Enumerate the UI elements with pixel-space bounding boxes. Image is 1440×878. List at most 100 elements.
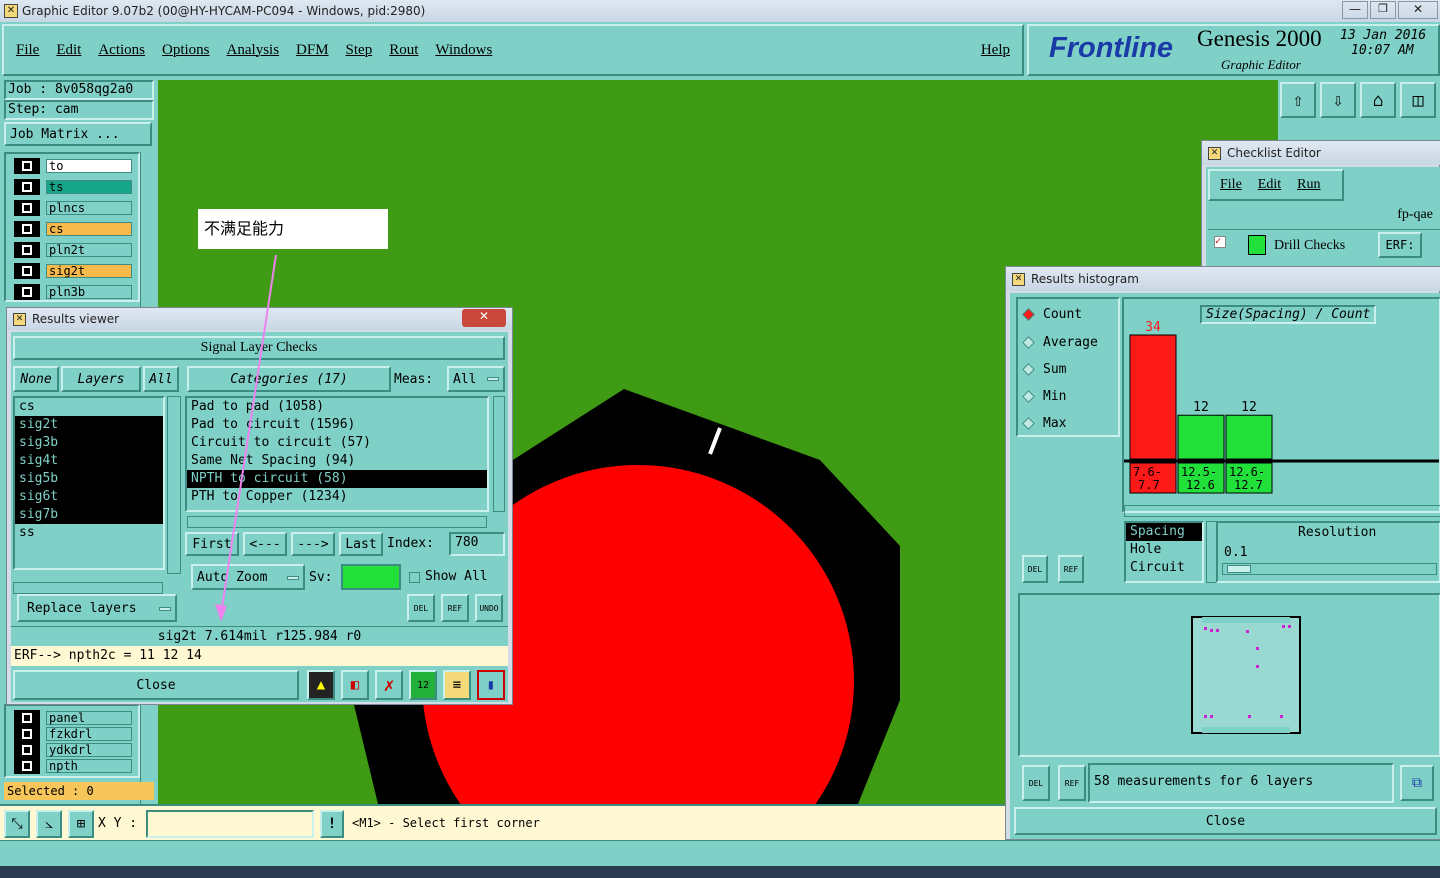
layer-checkbox[interactable] — [14, 200, 40, 216]
by-hole[interactable]: Hole — [1126, 541, 1202, 559]
menu-step[interactable]: Step — [346, 42, 373, 59]
next-button[interactable]: ---> — [291, 532, 335, 556]
upload-icon[interactable]: ⇧ — [1280, 82, 1316, 118]
replace-layers-select[interactable]: Replace layers — [17, 594, 177, 622]
histogram-icon[interactable]: ▮ — [477, 670, 505, 700]
category-hscroll[interactable] — [187, 516, 487, 528]
layer-checkbox[interactable] — [14, 263, 40, 279]
layer-checkbox[interactable] — [14, 284, 40, 300]
last-button[interactable]: Last — [339, 532, 383, 556]
result-layer-item[interactable]: sig3b — [15, 434, 163, 452]
layer-checkbox[interactable] — [14, 742, 40, 758]
menu-windows[interactable]: Windows — [435, 42, 492, 59]
autozoom-select[interactable]: Auto Zoom — [191, 564, 305, 590]
count-icon[interactable]: 12 — [409, 670, 437, 700]
summary-export-icon[interactable]: ⧉ — [1400, 765, 1434, 801]
histogram-bar[interactable] — [1225, 414, 1273, 460]
layer-checkbox[interactable] — [14, 158, 40, 174]
option-min[interactable]: Min — [1022, 389, 1066, 404]
category-item[interactable]: Circuit to circuit (57) — [187, 434, 487, 452]
histogram-bar[interactable] — [1129, 334, 1177, 460]
layer-checkbox[interactable] — [14, 710, 40, 726]
result-layer-item[interactable]: ss — [15, 524, 163, 542]
category-item[interactable]: Pad to circuit (1596) — [187, 416, 487, 434]
report-icon[interactable]: ▲ — [307, 670, 335, 700]
menu-analysis[interactable]: Analysis — [227, 42, 280, 59]
export-icon[interactable]: ◧ — [341, 670, 369, 700]
ref-cancel-icon[interactable]: ✗ — [375, 670, 403, 700]
layer-results-list[interactable]: cs sig2t sig3b sig4t sig5b sig6t sig7b ss — [13, 396, 165, 570]
maximize-button[interactable]: ❐ — [1370, 1, 1396, 19]
menu-file[interactable]: File — [16, 42, 39, 59]
measure-icon[interactable]: ⦣ — [36, 810, 62, 838]
zoom-area-icon[interactable]: ⤡ — [4, 810, 30, 838]
categories-button[interactable]: Categories (17) — [187, 366, 391, 392]
layer-row[interactable]: plncs — [14, 200, 132, 216]
ref-icon[interactable]: REF — [441, 594, 469, 622]
xy-input[interactable] — [146, 810, 314, 838]
option-average[interactable]: Average — [1022, 335, 1098, 350]
result-layer-item[interactable]: sig5b — [15, 470, 163, 488]
summary-del-icon[interactable]: DEL — [1022, 765, 1050, 801]
hist-del-icon[interactable]: DEL — [1022, 555, 1048, 583]
layer-checkbox[interactable] — [14, 221, 40, 237]
results-viewer-close-icon[interactable]: ✕ — [462, 309, 506, 327]
undo-icon[interactable]: UNDO — [475, 594, 503, 622]
layer-row[interactable]: ts — [14, 179, 132, 195]
layer-row[interactable]: fzkdrl — [14, 726, 132, 742]
document-icon[interactable]: ≡ — [443, 670, 471, 700]
sv-color-select[interactable] — [341, 564, 401, 590]
category-item[interactable]: Pad to pad (1058) — [187, 398, 487, 416]
option-count[interactable]: Count — [1022, 307, 1082, 322]
checklist-menu-edit[interactable]: Edit — [1258, 177, 1281, 193]
show-all-checkbox[interactable] — [409, 572, 420, 583]
results-close-button[interactable]: Close — [13, 670, 299, 700]
category-item[interactable]: NPTH to circuit (58) — [187, 470, 487, 488]
layer-row[interactable]: pln3b — [14, 284, 132, 300]
category-list[interactable]: Pad to pad (1058) Pad to circuit (1596) Ci… — [185, 396, 489, 512]
layer-checkbox[interactable] — [14, 179, 40, 195]
checklist-menu-file[interactable]: File — [1220, 177, 1242, 193]
first-button[interactable]: First — [185, 532, 239, 556]
category-item[interactable]: Same Net Spacing (94) — [187, 452, 487, 470]
alert-icon[interactable]: ! — [320, 810, 344, 838]
layer-row[interactable]: to — [14, 158, 132, 174]
snap-icon[interactable]: ⊞ — [68, 810, 94, 838]
option-sum[interactable]: Sum — [1022, 362, 1066, 377]
hist-ref-icon[interactable]: REF — [1058, 555, 1084, 583]
checklist-menu-run[interactable]: Run — [1297, 177, 1320, 193]
by-spacing[interactable]: Spacing — [1126, 523, 1202, 541]
index-input[interactable]: 780 — [449, 532, 505, 556]
all-layers-button[interactable]: All — [143, 366, 179, 392]
erf-button[interactable]: ERF: — [1378, 232, 1422, 258]
job-matrix-button[interactable]: Job Matrix ... — [4, 122, 152, 146]
menu-edit[interactable]: Edit — [56, 42, 81, 59]
layer-results-scrollbar[interactable] — [167, 396, 181, 574]
window-icon[interactable]: ◫ — [1400, 82, 1436, 118]
none-button[interactable]: None — [13, 366, 59, 392]
checklist-row[interactable]: ✓ Drill Checks ERF: — [1208, 229, 1440, 261]
histogram-close-button[interactable]: Close — [1014, 807, 1437, 835]
layer-row[interactable]: cs — [14, 221, 132, 237]
category-scrollbar[interactable] — [493, 396, 505, 512]
layers-button[interactable]: Layers — [61, 366, 141, 392]
menu-dfm[interactable]: DFM — [296, 42, 329, 59]
layer-checkbox[interactable] — [14, 726, 40, 742]
layer-row[interactable]: ydkdrl — [14, 742, 132, 758]
home-icon[interactable]: ⌂ — [1360, 82, 1396, 118]
menu-actions[interactable]: Actions — [98, 42, 145, 59]
layer-row[interactable]: panel — [14, 710, 132, 726]
by-list[interactable]: Spacing Hole Circuit — [1124, 521, 1204, 583]
download-icon[interactable]: ⇩ — [1320, 82, 1356, 118]
result-layer-item[interactable]: sig7b — [15, 506, 163, 524]
layer-checkbox[interactable] — [14, 242, 40, 258]
summary-ref-icon[interactable]: REF — [1058, 765, 1086, 801]
layer-row[interactable]: sig2t — [14, 263, 132, 279]
category-item[interactable]: PTH to Copper (1234) — [187, 488, 487, 506]
menu-options[interactable]: Options — [162, 42, 210, 59]
layer-checkbox[interactable] — [14, 758, 40, 774]
option-max[interactable]: Max — [1022, 416, 1066, 431]
menu-rout[interactable]: Rout — [389, 42, 418, 59]
slider-handle[interactable] — [1227, 565, 1251, 573]
minimize-button[interactable]: — — [1342, 1, 1368, 19]
